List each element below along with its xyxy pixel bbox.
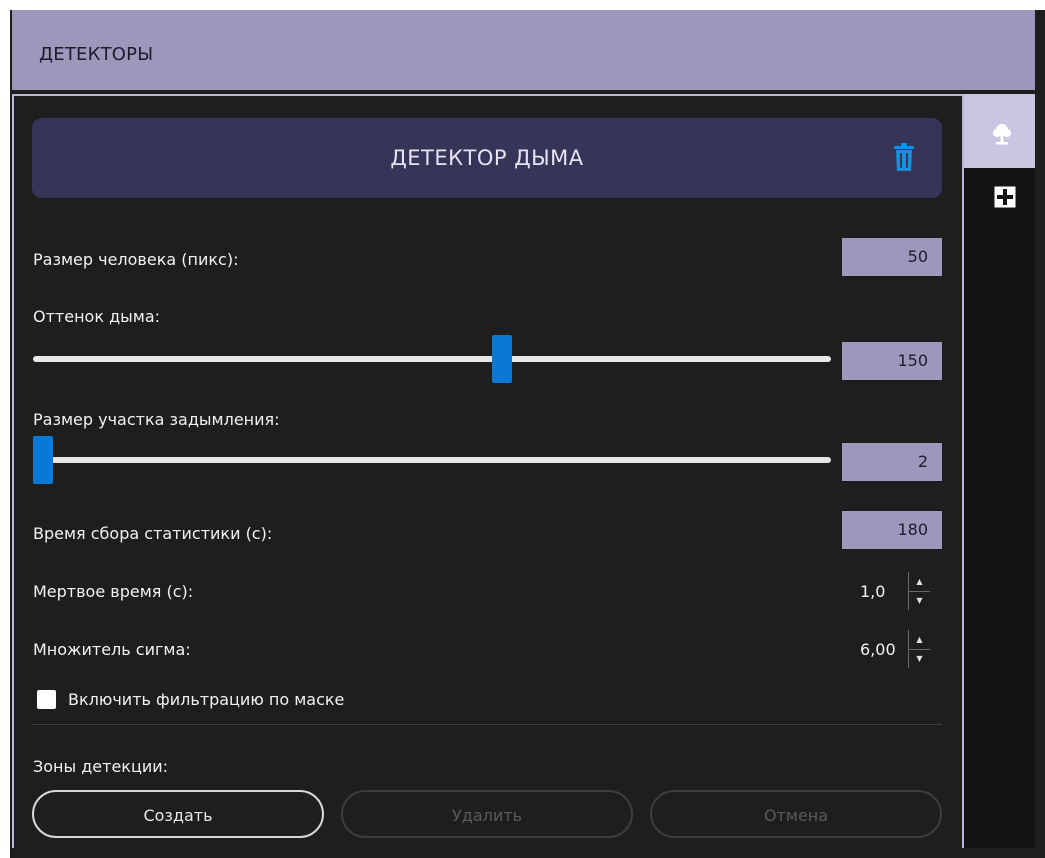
mask-filter-label[interactable]: Включить фильтрацию по маске xyxy=(68,690,344,709)
person-size-label: Размер человека (пикс): xyxy=(33,250,239,269)
smoke-shade-label: Оттенок дыма: xyxy=(33,307,161,326)
sigma-value[interactable]: 6,00 xyxy=(860,640,896,659)
spin-down-icon[interactable]: ▼ xyxy=(909,591,930,610)
detector-title: ДЕТЕКТОР ДЫМА xyxy=(390,146,584,170)
stats-time-label: Время сбора статистики (с): xyxy=(33,524,273,543)
smoke-shade-slider-handle[interactable] xyxy=(492,335,513,383)
dead-time-label: Мертвое время (с): xyxy=(33,582,194,601)
smoke-shade-input[interactable]: 150 xyxy=(842,342,942,380)
side-tab-column xyxy=(964,168,1035,848)
smoke-area-slider[interactable] xyxy=(33,457,831,463)
create-zone-button[interactable]: Создать xyxy=(32,790,324,838)
zones-label: Зоны детекции: xyxy=(33,757,169,776)
trash-icon[interactable] xyxy=(893,142,915,172)
stats-time-input[interactable]: 180 xyxy=(842,511,942,549)
smoke-shade-slider[interactable] xyxy=(33,356,831,362)
smoke-area-label: Размер участка задымления: xyxy=(33,410,280,429)
section-header: ДЕТЕКТОРЫ xyxy=(12,10,1035,90)
detector-card: ДЕТЕКТОР ДЫМА xyxy=(32,118,942,198)
divider xyxy=(32,724,942,725)
spin-up-icon[interactable]: ▲ xyxy=(909,572,930,592)
mask-filter-checkbox[interactable] xyxy=(37,690,56,709)
section-title: ДЕТЕКТОРЫ xyxy=(39,44,154,65)
cancel-zone-button[interactable]: Отмена xyxy=(650,790,942,838)
plus-icon[interactable] xyxy=(994,186,1016,208)
detector-panel xyxy=(12,94,964,848)
sigma-label: Множитель сигма: xyxy=(33,640,191,659)
spin-down-icon[interactable]: ▼ xyxy=(909,649,930,668)
smoke-area-input[interactable]: 2 xyxy=(842,443,942,481)
tree-icon[interactable] xyxy=(992,123,1012,147)
dead-time-value[interactable]: 1,0 xyxy=(860,582,885,601)
dead-time-spinner[interactable]: ▲ ▼ xyxy=(908,572,930,610)
delete-zone-button[interactable]: Удалить xyxy=(341,790,633,838)
sigma-spinner[interactable]: ▲ ▼ xyxy=(908,630,930,668)
person-size-input[interactable]: 50 xyxy=(842,238,942,276)
smoke-area-slider-handle[interactable] xyxy=(33,436,53,484)
spin-up-icon[interactable]: ▲ xyxy=(909,630,930,650)
